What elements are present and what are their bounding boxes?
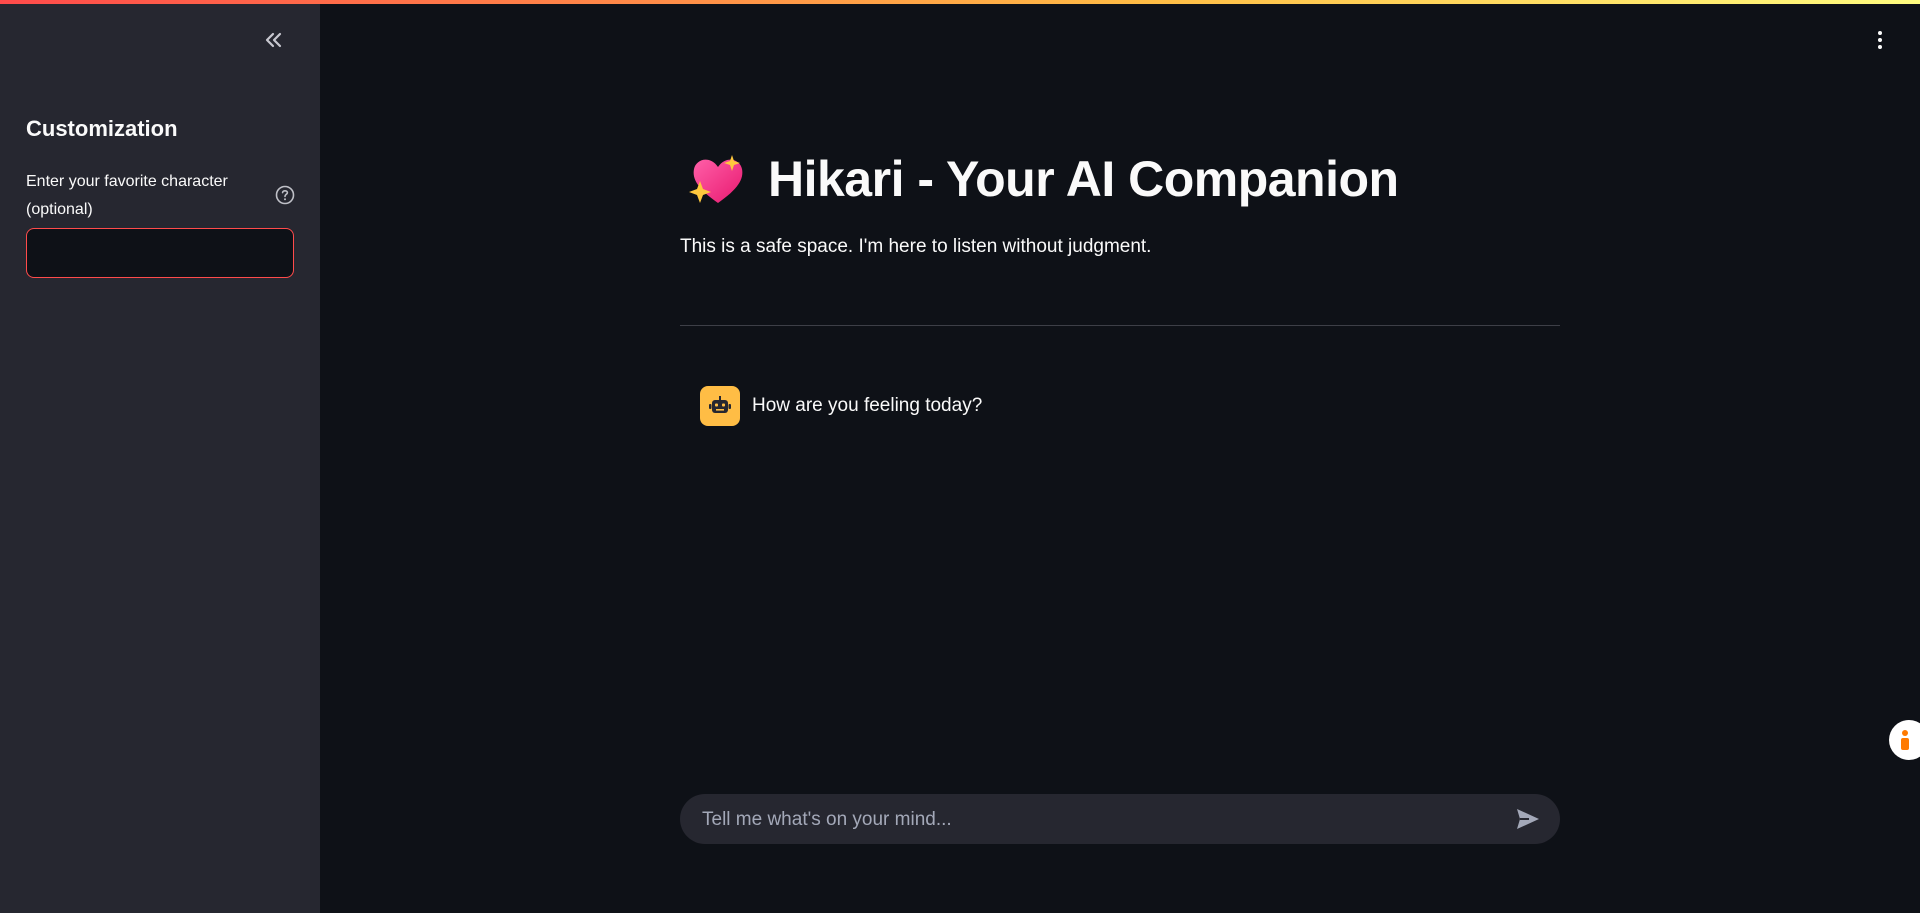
info-icon	[1901, 730, 1909, 750]
double-chevron-left-icon	[265, 32, 282, 48]
sparkling-heart-icon	[689, 155, 743, 203]
kebab-menu-icon	[1878, 31, 1882, 49]
favorite-character-label: Enter your favorite character (optional)	[26, 173, 228, 218]
divider	[680, 325, 1560, 326]
avatar	[700, 386, 740, 426]
sidebar: Customization Enter your favorite charac…	[0, 0, 320, 913]
collapse-sidebar-button[interactable]	[258, 26, 290, 54]
sidebar-title: Customization	[26, 116, 178, 141]
question-circle-icon[interactable]	[275, 185, 295, 205]
info-widget-button[interactable]	[1889, 720, 1920, 760]
assistant-message: How are you feeling today?	[700, 386, 982, 426]
favorite-character-input[interactable]	[26, 228, 294, 278]
main-menu-button[interactable]	[1868, 26, 1892, 54]
page-title: Hikari - Your AI Companion	[768, 151, 1399, 207]
page-header: Hikari - Your AI Companion	[688, 150, 1399, 208]
top-decoration-bar	[0, 0, 1920, 4]
page-subtitle: This is a safe space. I'm here to listen…	[680, 236, 1152, 257]
chat-input-container	[680, 794, 1560, 846]
robot-icon	[709, 396, 731, 413]
chat-input[interactable]	[700, 794, 1484, 846]
message-text: How are you feeling today?	[752, 395, 983, 416]
send-icon	[1517, 809, 1539, 829]
send-button[interactable]	[1514, 805, 1542, 833]
